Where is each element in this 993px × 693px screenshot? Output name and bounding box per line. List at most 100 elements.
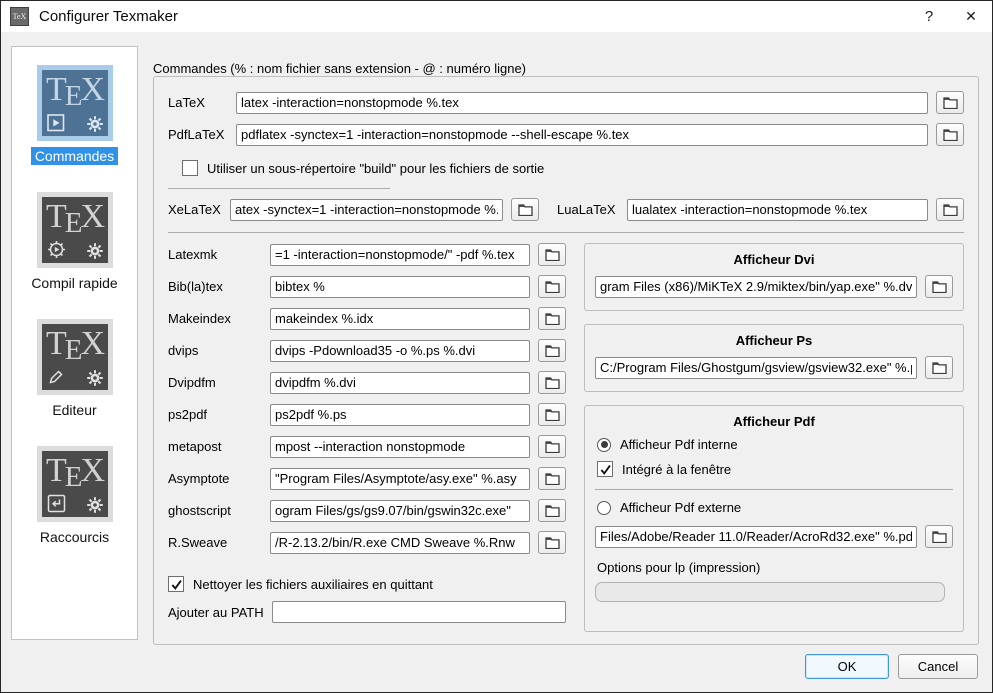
pdf-internal-radio[interactable] <box>597 438 611 452</box>
folder-icon <box>545 536 560 549</box>
pdflatex-browse-button[interactable] <box>936 123 964 146</box>
titlebar: TeX Configurer Texmaker ? ✕ <box>1 1 992 32</box>
ps2pdf-command-input[interactable] <box>270 404 530 426</box>
pdf-external-viewer-input[interactable] <box>595 526 917 548</box>
folder-icon <box>943 203 958 216</box>
xelatex-command-input[interactable] <box>230 199 503 221</box>
latexmk-browse-button[interactable] <box>538 243 566 266</box>
pdf-external-browse-button[interactable] <box>925 525 953 548</box>
texmaker-logo-icon: TeX <box>10 7 29 26</box>
makeindex-label: Makeindex <box>168 311 270 326</box>
folder-icon <box>545 504 560 517</box>
checkmark-icon <box>599 463 612 476</box>
play-square-icon <box>47 114 65 132</box>
dvi-viewer-input[interactable] <box>595 276 917 298</box>
dialog-footer: OK Cancel <box>805 654 978 679</box>
ok-button[interactable]: OK <box>805 654 889 679</box>
lp-options-input <box>595 582 945 602</box>
sidebar-item-commandes[interactable]: TEX Commandes <box>31 65 118 165</box>
metapost-command-input[interactable] <box>270 436 530 458</box>
dvi-viewer-title: Afficheur Dvi <box>595 252 953 267</box>
build-subdir-checkbox[interactable] <box>182 160 198 176</box>
cleanup-label: Nettoyer les fichiers auxiliaires en qui… <box>193 577 433 592</box>
close-button[interactable]: ✕ <box>950 1 992 32</box>
sidebar-label-raccourcis: Raccourcis <box>36 528 113 546</box>
return-arrow-icon <box>47 494 66 513</box>
lualatex-command-input[interactable] <box>627 199 928 221</box>
latex-command-input[interactable] <box>236 92 928 114</box>
compil-rapide-tex-icon: TEX <box>37 192 113 268</box>
commands-header: Commandes (% : nom fichier sans extensio… <box>153 61 979 76</box>
folder-icon <box>545 408 560 421</box>
pdf-embedded-checkbox[interactable] <box>597 461 613 477</box>
folder-icon <box>932 530 947 543</box>
metapost-browse-button[interactable] <box>538 435 566 458</box>
sidebar-label-compil-rapide: Compil rapide <box>27 274 121 292</box>
asymptote-label: Asymptote <box>168 471 270 486</box>
add-path-label: Ajouter au PATH <box>168 605 264 620</box>
folder-icon <box>943 96 958 109</box>
separator <box>595 489 953 490</box>
ps-viewer-browse-button[interactable] <box>925 356 953 379</box>
lp-options-label: Options pour lp (impression) <box>595 560 953 575</box>
checkmark-icon <box>170 578 183 591</box>
build-subdir-label: Utiliser un sous-répertoire "build" pour… <box>207 161 544 176</box>
cleanup-checkbox[interactable] <box>168 576 184 592</box>
raccourcis-tex-icon: TEX <box>37 446 113 522</box>
folder-icon <box>518 203 533 216</box>
folder-icon <box>545 440 560 453</box>
rsweave-command-input[interactable] <box>270 532 530 554</box>
xelatex-browse-button[interactable] <box>511 198 539 221</box>
rsweave-label: R.Sweave <box>168 535 270 550</box>
ps-viewer-groupbox: Afficheur Ps <box>584 324 964 392</box>
dvi-viewer-groupbox: Afficheur Dvi <box>584 243 964 311</box>
editeur-tex-icon: TEX <box>37 319 113 395</box>
dvi-viewer-browse-button[interactable] <box>925 275 953 298</box>
dvips-label: dvips <box>168 343 270 358</box>
makeindex-browse-button[interactable] <box>538 307 566 330</box>
dvips-browse-button[interactable] <box>538 339 566 362</box>
ps-viewer-input[interactable] <box>595 357 917 379</box>
pdf-external-label: Afficheur Pdf externe <box>620 500 741 515</box>
category-sidebar: TEX Commandes TEX <box>11 46 138 640</box>
add-path-input[interactable] <box>272 601 566 623</box>
latexmk-command-input[interactable] <box>270 244 530 266</box>
sidebar-label-commandes: Commandes <box>31 147 118 165</box>
commandes-tex-icon: TEX <box>37 65 113 141</box>
asymptote-command-input[interactable] <box>270 468 530 490</box>
makeindex-command-input[interactable] <box>270 308 530 330</box>
asymptote-browse-button[interactable] <box>538 467 566 490</box>
folder-icon <box>545 280 560 293</box>
folder-icon <box>943 128 958 141</box>
rsweave-browse-button[interactable] <box>538 531 566 554</box>
ghostscript-command-input[interactable] <box>270 500 530 522</box>
bibtex-browse-button[interactable] <box>538 275 566 298</box>
commands-page: Commandes (% : nom fichier sans extensio… <box>153 61 979 626</box>
ps2pdf-label: ps2pdf <box>168 407 270 422</box>
sidebar-item-editeur[interactable]: TEX Editeur <box>37 319 113 419</box>
folder-icon <box>545 376 560 389</box>
bibtex-command-input[interactable] <box>270 276 530 298</box>
help-button[interactable]: ? <box>908 1 950 32</box>
folder-icon <box>545 248 560 261</box>
sidebar-item-compil-rapide[interactable]: TEX Compil rapide <box>27 192 121 292</box>
dvips-command-input[interactable] <box>270 340 530 362</box>
dvipdfm-label: Dvipdfm <box>168 375 270 390</box>
separator <box>168 232 964 233</box>
metapost-label: metapost <box>168 439 270 454</box>
lualatex-label: LuaLaTeX <box>557 202 627 217</box>
gear-icon <box>87 497 103 513</box>
ps2pdf-browse-button[interactable] <box>538 403 566 426</box>
dvipdfm-browse-button[interactable] <box>538 371 566 394</box>
cancel-button[interactable]: Cancel <box>898 654 978 679</box>
pdf-viewer-groupbox: Afficheur Pdf Afficheur Pdf interne Inté… <box>584 405 964 632</box>
pdflatex-command-input[interactable] <box>236 124 928 146</box>
ghostscript-browse-button[interactable] <box>538 499 566 522</box>
dvipdfm-command-input[interactable] <box>270 372 530 394</box>
gear-play-icon <box>47 240 66 259</box>
sidebar-item-raccourcis[interactable]: TEX Raccourcis <box>36 446 113 546</box>
lualatex-browse-button[interactable] <box>936 198 964 221</box>
latex-browse-button[interactable] <box>936 91 964 114</box>
pdf-external-radio[interactable] <box>597 501 611 515</box>
pdf-viewer-title: Afficheur Pdf <box>595 414 953 429</box>
